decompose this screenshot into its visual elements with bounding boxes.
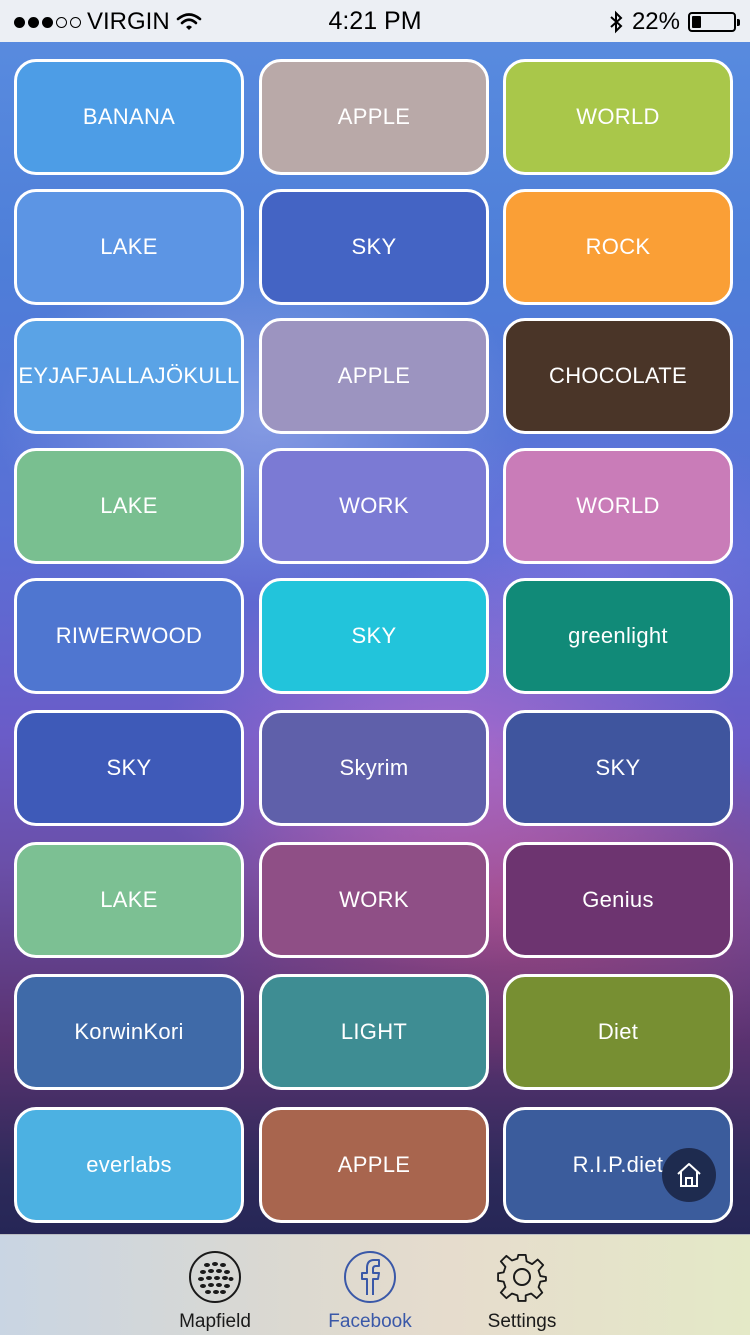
tile-button[interactable]: SKY [14,710,244,826]
tile-label: LAKE [100,493,158,518]
tile-label: APPLE [337,104,411,129]
tile-label: WORK [339,887,409,912]
tab-bar: Mapfield Facebook Settings [0,1234,750,1335]
tile-label: WORLD [576,104,660,129]
tile-button[interactable]: WORK [259,448,489,564]
tile-label: Diet [597,1019,639,1044]
home-button[interactable] [662,1148,716,1202]
tile-label: SKY [351,234,397,259]
tile-label: EYJAFJALLAJÖKULL [18,363,240,388]
tile-label: everlabs [86,1152,172,1177]
tile-button[interactable]: greenlight [503,578,733,694]
tile-button[interactable]: BANANA [14,59,244,175]
tile-label: SKY [595,755,641,780]
tile-label: SKY [351,623,397,648]
tile-label: RIWERWOOD [55,623,203,648]
tile-button[interactable]: SKY [503,710,733,826]
tile-label: greenlight [568,623,668,648]
tile-button[interactable]: Genius [503,842,733,958]
tile-button[interactable]: SKY [259,189,489,305]
tab-facebook[interactable]: Facebook [305,1235,435,1335]
tile-button[interactable]: APPLE [259,318,489,434]
tile-button[interactable]: LAKE [14,189,244,305]
status-right: 22% [608,8,740,36]
tile-button[interactable]: CHOCOLATE [503,318,733,434]
tile-button[interactable]: Skyrim [259,710,489,826]
tile-button[interactable]: KorwinKori [14,974,244,1090]
tile-button[interactable]: WORK [259,842,489,958]
tile-label: CHOCOLATE [549,363,687,388]
tile-label: BANANA [82,104,176,129]
tile-button[interactable]: APPLE [259,1107,489,1223]
battery-percent: 22% [631,8,680,35]
tile-label: APPLE [337,363,411,388]
tile-label: LIGHT [340,1019,408,1044]
tile-label: LAKE [100,234,158,259]
tab-settings[interactable]: Settings [457,1235,587,1335]
tile-label: APPLE [337,1152,411,1177]
tab-label-settings: Settings [487,1311,557,1332]
tile-button[interactable]: WORLD [503,59,733,175]
tile-label: WORLD [576,493,660,518]
tile-button[interactable]: ROCK [503,189,733,305]
tile-button[interactable]: LAKE [14,448,244,564]
facebook-icon [344,1251,396,1303]
tile-button[interactable]: everlabs [14,1107,244,1223]
tile-label: R.I.P.diet [572,1152,664,1177]
tile-button[interactable]: EYJAFJALLAJÖKULL [14,318,244,434]
tile-label: ROCK [585,234,651,259]
gear-icon [497,1253,547,1302]
tile-label: Skyrim [339,755,409,780]
home-icon [677,1163,701,1187]
tile-button[interactable]: LAKE [14,842,244,958]
tile-button[interactable]: WORLD [503,448,733,564]
golf-ball-icon [189,1251,241,1303]
tile-button[interactable]: RIWERWOOD [14,578,244,694]
tile-label: KorwinKori [74,1019,184,1044]
bluetooth-icon [610,10,623,34]
tile-label: WORK [339,493,409,518]
tile-label: Genius [582,887,654,912]
tab-label-facebook: Facebook [328,1311,412,1332]
battery-icon [688,12,740,32]
tile-label: LAKE [100,887,158,912]
tile-button[interactable]: APPLE [259,59,489,175]
tile-button[interactable]: Diet [503,974,733,1090]
status-bar: VIRGIN 4:21 PM 22% [0,0,750,42]
tile-button[interactable]: LIGHT [259,974,489,1090]
tab-label-mapfield: Mapfield [179,1311,251,1332]
tab-mapfield[interactable]: Mapfield [150,1235,280,1335]
tile-button[interactable]: SKY [259,578,489,694]
tile-label: SKY [106,755,152,780]
